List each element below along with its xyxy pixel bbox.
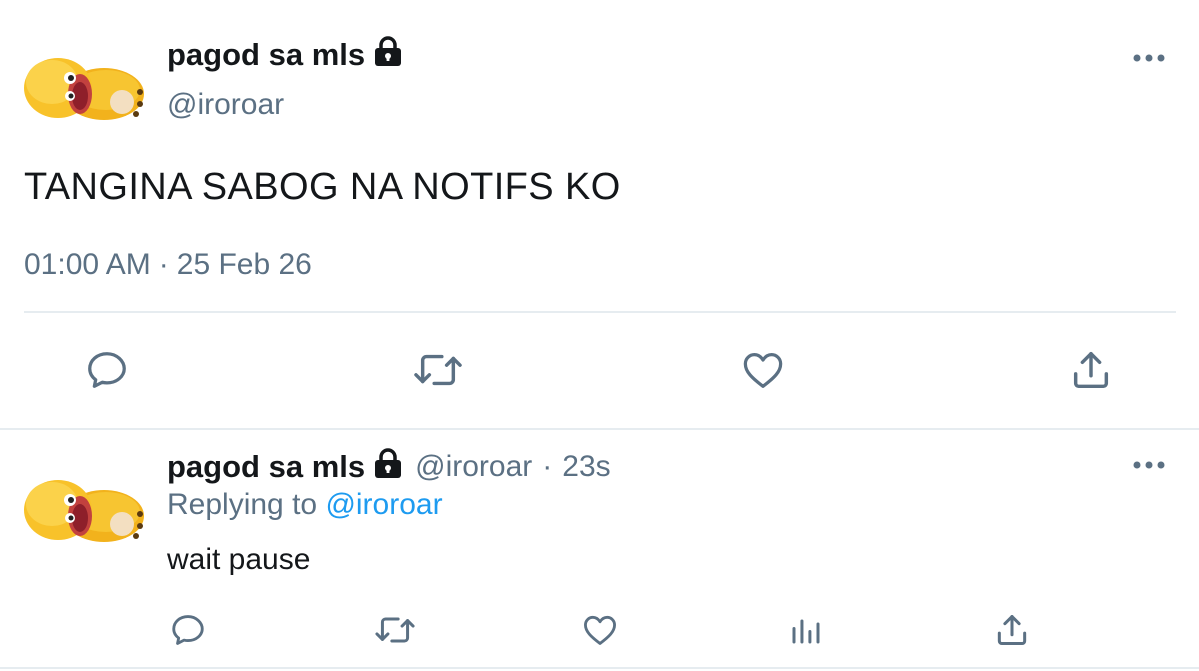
avatar[interactable] [22,52,144,132]
bar-chart-icon [792,619,820,644]
heart-icon [743,353,783,388]
display-name[interactable]: pagod sa mls [167,35,403,75]
meta-separator: · [158,248,169,281]
speech-bubble-icon [88,352,126,388]
retweet-icon [414,354,462,386]
tweet-separator [0,428,1199,430]
display-name-text: pagod sa mls [167,37,366,72]
replying-to-prefix: Replying to [167,488,318,521]
tweet-timestamp[interactable]: 01:00 AM · 25 Feb 26 [24,248,312,282]
reply-reply-button[interactable] [168,610,208,650]
avatar-image [24,58,144,120]
lock-icon [373,35,403,75]
tweet-text: TANGINA SABOG NA NOTIFS KO [24,166,621,208]
replying-to: Replying to @iroroar [167,488,443,522]
like-button[interactable] [738,345,788,395]
speech-bubble-icon [172,615,204,645]
reply-separator: · [542,450,553,483]
reply-share-button[interactable] [992,610,1032,650]
avatar-image [24,480,144,542]
lock-icon [373,447,403,487]
more-horizontal-icon[interactable] [1132,455,1166,480]
more-horizontal-icon[interactable] [1132,48,1166,73]
handle[interactable]: @iroroar [167,88,284,122]
reply-handle[interactable]: @iroroar [415,450,532,484]
reply-button[interactable] [82,345,132,395]
divider [24,311,1176,313]
analytics-button[interactable] [786,610,826,650]
bottom-divider [0,667,1199,669]
replying-to-link[interactable]: @iroroar [325,488,442,521]
heart-icon [584,615,616,645]
share-icon [1073,351,1109,389]
tweet-time: 01:00 AM [24,248,151,281]
share-button[interactable] [1066,345,1116,395]
reply-display-name[interactable]: pagod sa mls [167,447,403,487]
reply-text: wait pause [167,543,311,576]
reply-header: pagod sa mls @iroroar · 23s [167,447,611,487]
share-icon [997,615,1027,645]
reply-avatar[interactable] [22,474,144,554]
retweet-icon [375,617,415,643]
reply-display-name-text: pagod sa mls [167,449,366,484]
reply-like-button[interactable] [580,610,620,650]
retweet-button[interactable] [410,345,466,395]
reply-retweet-button[interactable] [372,610,418,650]
tweet-date: 25 Feb 26 [176,248,312,281]
reply-age[interactable]: 23s [562,450,610,484]
